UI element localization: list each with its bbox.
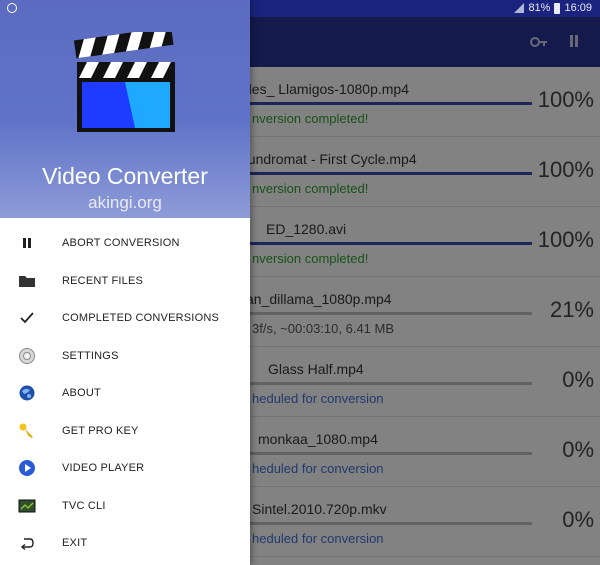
menu-item-completed-conversions[interactable]: COMPLETED CONVERSIONS (0, 300, 250, 336)
menu-label: EXIT (62, 537, 88, 549)
menu-item-exit[interactable]: EXIT (0, 525, 250, 561)
terminal-icon (18, 499, 36, 512)
menu-item-settings[interactable]: SETTINGS (0, 338, 250, 374)
clock: 16:09 (564, 2, 592, 14)
battery-level: 81% (528, 2, 551, 14)
folder-icon (19, 275, 35, 287)
menu-label: SETTINGS (62, 349, 119, 362)
status-indicators: 81% 16:09 (514, 2, 592, 14)
play-icon (19, 460, 35, 476)
menu-label: GET PRO KEY (62, 424, 139, 437)
menu-item-about[interactable]: ABOUT (0, 375, 250, 411)
settings-icon (19, 347, 35, 364)
menu-item-abort-conversion[interactable]: ABORT CONVERSION (0, 225, 250, 261)
menu-item-tvc-cli[interactable]: TVC CLI (0, 488, 250, 524)
menu-label: RECENT FILES (62, 274, 144, 287)
battery-icon (554, 2, 561, 14)
clapperboard-logo-icon (73, 32, 175, 132)
menu-label: ABOUT (62, 387, 101, 399)
drawer-header: Video Converter akingi.org (0, 0, 250, 218)
signal-icon (514, 3, 525, 13)
exit-icon (20, 538, 34, 551)
menu-item-get-pro-key[interactable]: GET PRO KEY (0, 413, 250, 449)
menu-label: VIDEO PLAYER (62, 462, 145, 474)
menu-item-video-player[interactable]: VIDEO PLAYER (0, 450, 250, 486)
notification-dot-icon (7, 3, 17, 13)
navigation-drawer: Video Converter akingi.org ABORT CONVERS… (0, 0, 250, 565)
app-website: akingi.org (88, 193, 162, 212)
app-title: Video Converter (42, 163, 208, 189)
menu-label: TVC CLI (62, 499, 106, 512)
key-icon (19, 423, 33, 438)
pause-icon (23, 238, 31, 248)
menu-item-recent-files[interactable]: RECENT FILES (0, 263, 250, 299)
checkmark-icon (20, 312, 34, 324)
menu-label: ABORT CONVERSION (62, 237, 180, 249)
info-globe-icon (19, 385, 35, 401)
menu-label: COMPLETED CONVERSIONS (62, 312, 220, 324)
